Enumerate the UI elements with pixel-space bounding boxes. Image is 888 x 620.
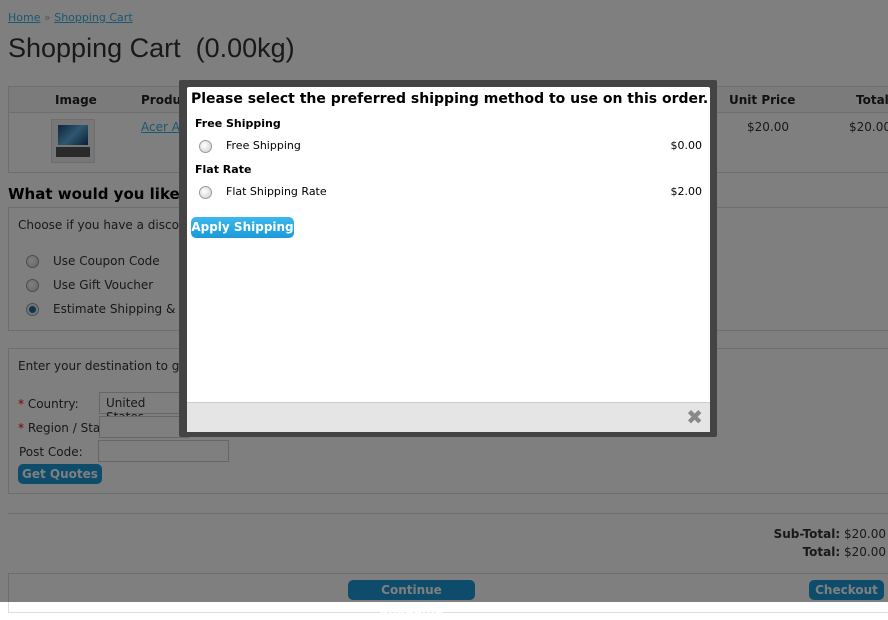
group-free-shipping: Free Shipping — [195, 117, 281, 130]
option-flat-rate[interactable]: Flat Shipping Rate $2.00 — [199, 185, 702, 199]
option-free-shipping[interactable]: Free Shipping $0.00 — [199, 139, 702, 153]
price-free-shipping: $0.00 — [670, 139, 703, 152]
radio-free-shipping[interactable] — [199, 139, 212, 153]
radio-flat-rate[interactable] — [199, 185, 212, 199]
modal-footer: ✖ — [187, 402, 710, 432]
group-flat-rate: Flat Rate — [195, 163, 252, 176]
price-flat-rate: $2.00 — [670, 185, 703, 198]
modal-heading: Please select the preferred shipping met… — [191, 91, 709, 107]
close-x-icon[interactable]: ✖ — [686, 406, 703, 428]
apply-shipping-button[interactable]: Apply Shipping — [191, 217, 294, 238]
shipping-method-modal: Please select the preferred shipping met… — [187, 87, 710, 432]
